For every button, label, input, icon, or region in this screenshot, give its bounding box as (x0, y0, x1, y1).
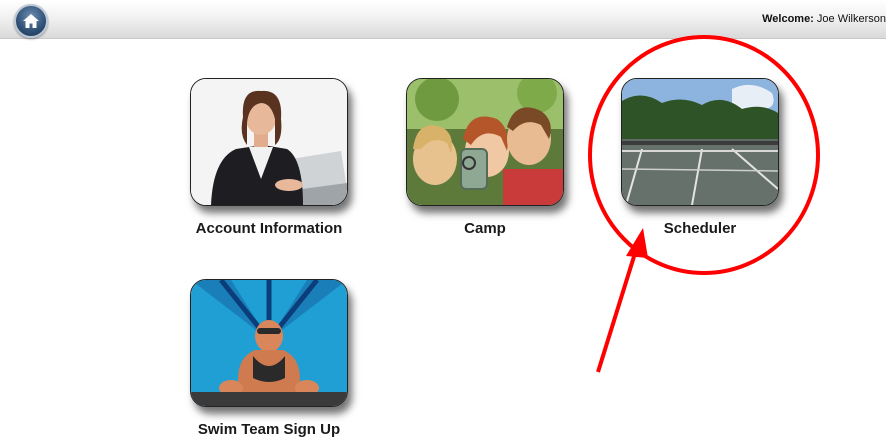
user-name: Joe Wilkerson (816, 13, 886, 25)
camp-image[interactable] (406, 78, 564, 206)
scheduler-label[interactable]: Scheduler (610, 220, 790, 237)
home-icon (23, 14, 39, 28)
swim-team-image[interactable] (190, 279, 348, 407)
scheduler-image[interactable] (621, 78, 779, 206)
tile-swim-team-sign-up[interactable]: Swim Team Sign Up (179, 279, 359, 438)
top-bar: Welcome: Joe Wilkerson (0, 0, 886, 39)
tile-account-information[interactable]: Account Information (179, 78, 359, 237)
account-information-image[interactable] (190, 78, 348, 206)
red-arrow (596, 228, 648, 373)
home-button[interactable] (14, 4, 48, 38)
camp-label[interactable]: Camp (395, 220, 575, 237)
tile-camp[interactable]: Camp (395, 78, 575, 237)
welcome-prefix: Welcome: (762, 13, 814, 25)
swim-team-sign-up-label[interactable]: Swim Team Sign Up (179, 421, 359, 438)
welcome-text: Welcome: Joe Wilkerson (762, 13, 886, 25)
tile-scheduler[interactable]: Scheduler (610, 78, 790, 237)
account-information-label[interactable]: Account Information (179, 220, 359, 237)
